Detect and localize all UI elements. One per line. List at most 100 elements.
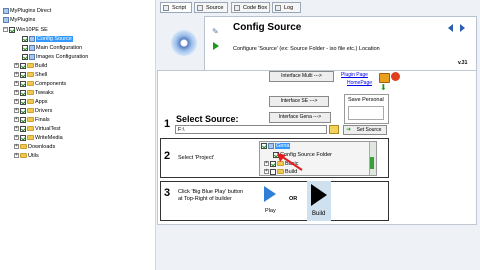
- interface-multi-button[interactable]: Interface Multi --->: [269, 71, 334, 82]
- set-source-button[interactable]: ➜ Set Source: [343, 125, 387, 135]
- tree-item-shell[interactable]: + Shell: [14, 71, 47, 79]
- homepage-link[interactable]: HomePage: [347, 80, 372, 86]
- folder-icon: [27, 99, 34, 105]
- folder-icon: [27, 117, 34, 123]
- expand-icon[interactable]: +: [14, 99, 19, 105]
- build-label: Build: [312, 211, 326, 217]
- step-3-instruction-1: Click 'Big Blue Play' button: [178, 189, 244, 195]
- cd-icon: [171, 30, 197, 56]
- next-icon[interactable]: [460, 24, 465, 32]
- browse-folder-icon[interactable]: [329, 125, 339, 134]
- tab-log[interactable]: Log: [272, 2, 301, 13]
- tab-code-box[interactable]: Code Box: [231, 2, 270, 13]
- tree-item-config-source[interactable]: Config Source: [22, 35, 73, 43]
- checkbox[interactable]: [20, 125, 26, 132]
- plugin-page-link[interactable]: Plugin Page: [341, 72, 368, 78]
- expand-icon[interactable]: +: [14, 126, 19, 132]
- checkbox[interactable]: [20, 80, 26, 87]
- wrench-icon[interactable]: ✎: [212, 28, 220, 36]
- tree-item-images-configuration[interactable]: Images Configuration: [22, 53, 88, 61]
- arrow-right-icon: ➜: [346, 127, 352, 133]
- script-description: Configure 'Source' (ex: Source Folder - …: [233, 46, 380, 52]
- tab-source[interactable]: Source: [194, 2, 228, 13]
- tree-item-utils[interactable]: + Utils: [14, 152, 39, 160]
- tree-item-virtualtest[interactable]: + VirtualTest: [14, 125, 61, 133]
- tree-item-components[interactable]: + Components: [14, 80, 66, 88]
- tab-script[interactable]: Script: [160, 2, 192, 13]
- checkbox[interactable]: [22, 35, 28, 42]
- expand-icon[interactable]: +: [14, 144, 19, 150]
- project-icon: [3, 16, 9, 23]
- folder-icon: [27, 108, 34, 114]
- scrollbar-thumb[interactable]: [370, 157, 374, 169]
- checkbox[interactable]: [9, 26, 15, 33]
- tree-item-build[interactable]: + Build: [14, 62, 47, 70]
- log-tab-icon: [275, 5, 281, 11]
- checkbox[interactable]: [20, 134, 26, 141]
- tree-item-myplugins[interactable]: MyPlugins: [3, 16, 35, 24]
- expand-icon: +: [264, 168, 269, 175]
- interface-gena-button[interactable]: Interface Gena --->: [269, 112, 331, 123]
- tree-item-main-configuration[interactable]: Main Configuration: [22, 44, 82, 52]
- folder-icon: [27, 81, 34, 87]
- tree-item-downloads[interactable]: + Downloads: [14, 143, 55, 151]
- expand-icon[interactable]: +: [14, 135, 19, 141]
- folder-icon: [27, 72, 34, 78]
- source-path-input[interactable]: F:\: [175, 125, 327, 134]
- tree-item-finals[interactable]: + Finals: [14, 116, 50, 124]
- tree-item-tweaks[interactable]: + Tweaks: [14, 89, 54, 97]
- folder-icon: [27, 126, 34, 132]
- checkbox[interactable]: [22, 53, 28, 60]
- tree-item-apps[interactable]: + Apps: [14, 98, 48, 106]
- tree-item-myplugins-direct[interactable]: MyPlugins Direct: [3, 7, 51, 15]
- tree-item-drivers[interactable]: + Drivers: [14, 107, 52, 115]
- select-source-title: Select Source:: [176, 114, 239, 124]
- script-title: Config Source: [233, 22, 302, 33]
- expand-icon[interactable]: +: [14, 81, 19, 87]
- expand-icon[interactable]: +: [14, 72, 19, 78]
- script-tab-icon: [163, 5, 169, 11]
- checkbox[interactable]: [20, 62, 26, 69]
- run-icon[interactable]: [213, 42, 219, 50]
- expand-icon[interactable]: +: [14, 90, 19, 96]
- folder-icon: [27, 135, 34, 141]
- project-icon: [268, 142, 274, 149]
- expand-icon[interactable]: +: [14, 153, 19, 159]
- script-version: v.31: [458, 60, 468, 66]
- play-icon[interactable]: [264, 186, 276, 202]
- script-icon: [29, 44, 35, 51]
- tree-item-writemedia[interactable]: + WriteMedia: [14, 134, 63, 142]
- play-label: Play: [265, 208, 276, 214]
- folder-icon: [20, 144, 27, 150]
- expand-icon[interactable]: +: [14, 117, 19, 123]
- checkbox[interactable]: [20, 98, 26, 105]
- folder-icon: [27, 63, 34, 69]
- project-icon: [3, 7, 9, 14]
- checkbox[interactable]: [20, 107, 26, 114]
- script-icon: [29, 53, 35, 60]
- script-icon: [29, 35, 35, 42]
- expand-icon[interactable]: +: [14, 63, 19, 69]
- checkbox: [261, 142, 267, 149]
- download-icon[interactable]: ⬇: [380, 84, 387, 92]
- expand-icon[interactable]: +: [14, 108, 19, 114]
- tree-item-win10pe-se[interactable]: − Win10PE SE: [3, 26, 48, 34]
- stop-icon[interactable]: [391, 72, 400, 81]
- step-2-number: 2: [164, 150, 171, 162]
- checkbox[interactable]: [20, 89, 26, 96]
- edit-icon[interactable]: [379, 73, 390, 83]
- collapse-icon[interactable]: −: [3, 27, 8, 33]
- interface-se-button[interactable]: Interface SE --->: [269, 96, 329, 107]
- folder-icon: [27, 90, 34, 96]
- or-label: OR: [289, 196, 298, 202]
- checkbox[interactable]: [22, 44, 28, 51]
- step-3-number: 3: [164, 187, 171, 199]
- previous-icon[interactable]: [448, 24, 453, 32]
- folder-icon: [20, 153, 27, 159]
- expand-icon: +: [264, 160, 269, 167]
- save-personal-button[interactable]: Save Personal: [348, 97, 384, 103]
- checkbox[interactable]: [20, 116, 26, 123]
- source-tab-icon: [197, 5, 203, 11]
- checkbox[interactable]: [20, 71, 26, 78]
- pointer-arrow-icon: [277, 153, 303, 171]
